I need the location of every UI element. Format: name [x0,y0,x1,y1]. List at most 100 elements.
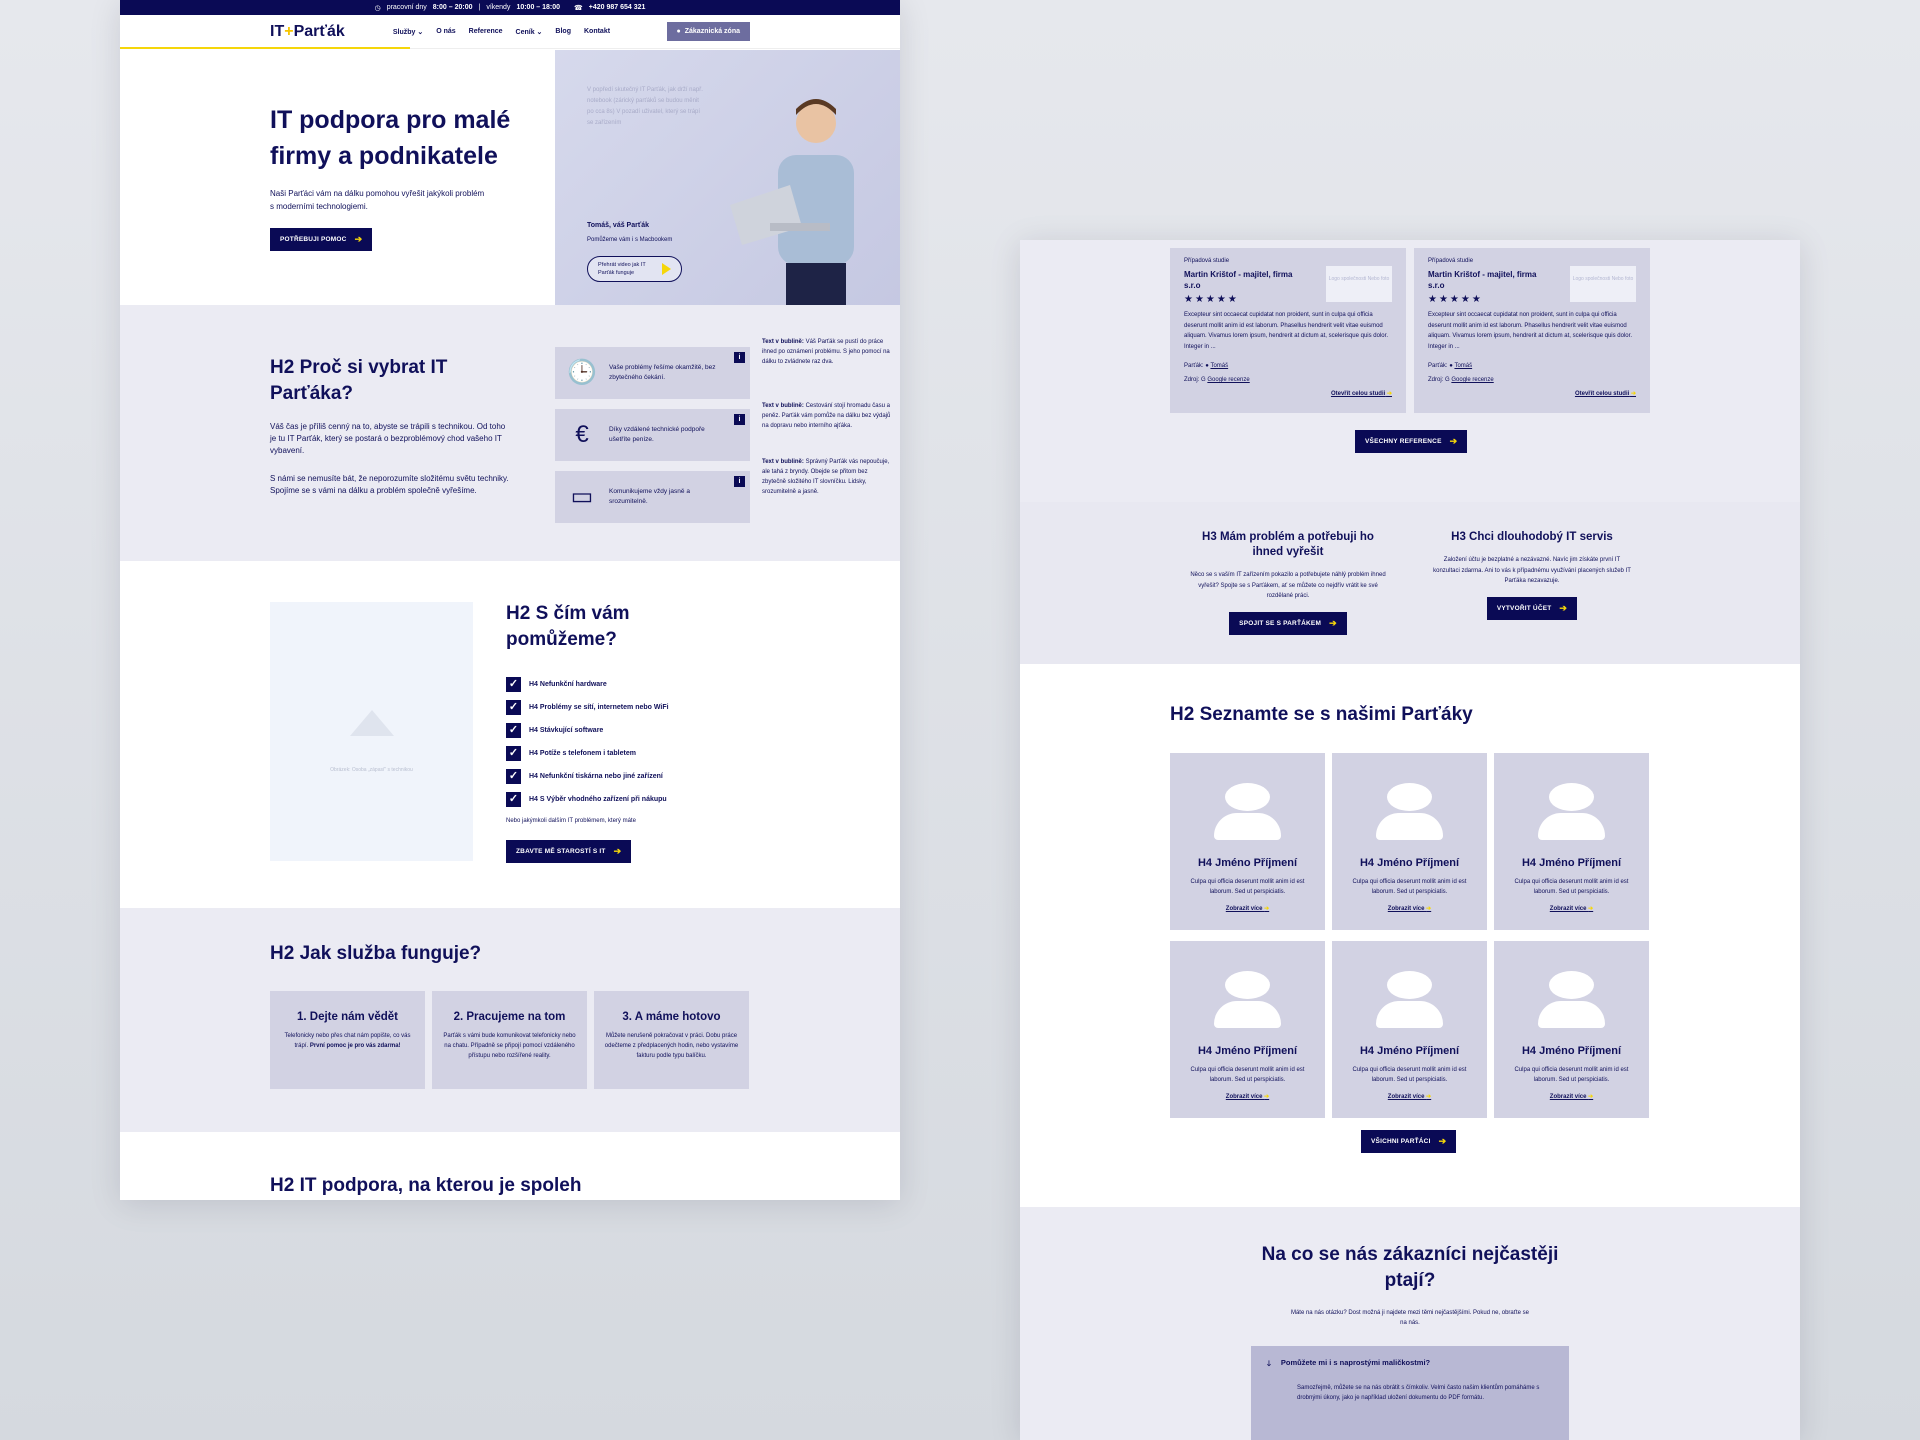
nav-item-kontakt[interactable]: Kontakt [584,28,610,36]
service-item: ✓ H4 S Výběr vhodného zařízení při nákupu [506,792,667,807]
arrow-right-icon: ➔ [1426,1094,1432,1100]
nav-item-blog[interactable]: Blog [555,28,571,36]
chevron-down-icon: ⌄ [417,28,424,36]
benefit-card: € Díky vzdálené technické podpoře ušetřít… [555,409,750,461]
avatar: ● [1205,363,1209,369]
faq-intro: Máte na nás otázku? Dost možná ji najdet… [1290,1310,1530,1326]
step-card: 1. Dejte nám vědět Telefonicky nebo přes … [270,991,425,1089]
help-section: Obrázek: Osoba „zápasí" s technikou H2 S… [120,561,900,908]
reference-type: Případová studie [1428,258,1474,264]
references-section: Případová studie Martin Krištof - majite… [1020,240,1800,502]
remove-worries-button[interactable]: ZBAVTE MĚ STAROSTÍ S IT ➔ [506,840,632,863]
how-title: H2 Jak služba funguje? [270,943,482,964]
faq-item[interactable]: 🡓 Pomůžete mi i s naprostými maličkostmi?… [1251,1346,1569,1440]
member-text: Culpa qui officia deserunt mollit anim i… [1514,1067,1629,1083]
arrow-right-icon: ➔ [1426,906,1432,912]
open-study-link[interactable]: Otevřít celou studii ➔ [1331,390,1392,397]
customer-zone-label: Zákaznická zóna [684,28,740,35]
reference-card: Případová studie Martin Krištof - majite… [1170,248,1406,413]
show-more-link[interactable]: Zobrazit více ➔ [1170,905,1325,912]
avatar-body [1376,1001,1443,1028]
checkbox-icon: ✓ [506,769,521,784]
reference-name: Martin Krištof - majitel, firma s.r.o [1428,270,1537,290]
reference-card: Případová studie Martin Krištof - majite… [1414,248,1650,413]
step-card: 2. Pracujeme na tom Parťák s vámi bude ko… [432,991,587,1089]
source-link[interactable]: Google recenze [1207,377,1249,383]
show-more-link[interactable]: Zobrazit více ➔ [1170,1093,1325,1100]
arrow-right-icon: ➔ [1329,617,1337,628]
mountain-icon [350,710,394,736]
hero-image: V popředí skutečný IT Parťák, jak drží n… [555,50,900,305]
show-more-link[interactable]: Zobrazit více ➔ [1332,1093,1487,1100]
bubble-text: Text v bublině: Cestování stojí hromadu … [762,401,892,431]
open-study-link[interactable]: Otevřít celou studii ➔ [1575,390,1636,397]
partner-subtitle: Pomůžeme vám i s Macbookem [587,237,673,243]
step-card: 3. A máme hotovo Můžete nerušeně pokračov… [594,991,749,1089]
partner-link[interactable]: Tomáš [1210,363,1228,369]
customer-zone-button[interactable]: ● Zákaznická zóna [666,22,750,41]
member-name: H4 Jméno Příjmení [1359,1045,1460,1057]
need-help-button[interactable]: POTŘEBUJI POMOC ➔ [270,228,373,251]
checkbox-icon: ✓ [506,700,521,715]
button-label: VYTVOŘIT ÚČET [1496,604,1552,612]
weekday-hours: 8:00 – 20:00 [432,4,473,11]
logo[interactable]: IT+Parťák [270,23,345,41]
link-label: Zobrazit více [1225,1094,1263,1100]
arrow-right-icon: ➔ [1438,1136,1447,1146]
benefit-text: Komunikujeme vždy jasně a srozumitelně. [609,488,690,505]
button-label: ZBAVTE MĚ STAROSTÍ S IT [516,848,606,855]
member-name: H4 Jméno Příjmení [1197,857,1298,869]
show-more-link[interactable]: Zobrazit více ➔ [1494,1093,1649,1100]
show-more-link[interactable]: Zobrazit více ➔ [1494,905,1649,912]
source-label: Zdroj: [1428,377,1444,383]
all-partners-button[interactable]: VŠICHNI PARŤÁCI ➔ [1361,1130,1457,1153]
partner-link[interactable]: Tomáš [1454,363,1472,369]
step-text: Můžete nerušeně pokračovat v práci. Dobu… [604,1033,739,1059]
member-name: H4 Jméno Příjmení [1359,857,1460,869]
nav-underline [120,47,410,49]
reference-type: Případová studie [1184,258,1230,264]
faq-question[interactable]: 🡓 Pomůžete mi i s naprostými maličkostmi? [1267,1358,1553,1371]
step-title: 2. Pracujeme na tom [453,1011,566,1023]
separator: | [478,4,481,11]
show-more-link[interactable]: Zobrazit více ➔ [1332,905,1487,912]
reference-meta: Parťák: ● Tomáš Zdroj: G Google recenze [1184,359,1392,387]
nav-item-o-nas[interactable]: O nás [436,28,455,36]
nav-label: Služby [392,28,416,36]
bubble-label: Text v bublině: [762,403,804,409]
image-note: V popředí skutečný IT Parťák, jak drží n… [587,87,703,126]
arrow-right-icon: ➔ [1588,1094,1594,1100]
path-title: H3 Mám problém a potřebuji ho ihned vyře… [1202,531,1374,558]
avatar-icon [1549,783,1594,811]
nav-item-cenik[interactable]: Ceník ⌄ [516,28,543,36]
why-text-2: S námi se nemusíte bát, že neporozumíte … [270,474,509,495]
image-placeholder: Obrázek: Osoba „zápasí" s technikou [270,602,473,861]
faq-answer: Samozřejmě, můžete se na nás obrátit s č… [1297,1385,1540,1401]
play-video-button[interactable]: Přehrát video jak IT Parťák funguje [587,256,682,282]
create-account-button[interactable]: VYTVOŘIT ÚČET ➔ [1486,596,1578,620]
avatar-icon [1549,971,1594,999]
nav-item-reference[interactable]: Reference [469,28,503,36]
nav-item-sluzby[interactable]: Služby ⌄ [393,28,423,36]
info-icon[interactable]: i [734,352,745,363]
source-link[interactable]: Google recenze [1451,377,1493,383]
connect-partner-button[interactable]: SPOJIT SE S PARŤÁKEM ➔ [1229,611,1347,635]
service-item: ✓ H4 Nefunkční hardware [506,677,607,692]
top-bar: ◷ pracovní dny 8:00 – 20:00 | víkendy 10… [120,0,900,15]
devices-icon: ▭ [570,483,594,510]
all-references-button[interactable]: VŠECHNY REFERENCE ➔ [1355,430,1468,453]
info-icon[interactable]: i [734,414,745,425]
phone-number[interactable]: +420 987 654 321 [589,4,646,11]
path-column: H3 Mám problém a potřebuji ho ihned vyře… [1188,530,1388,635]
member-text: Culpa qui officia deserunt mollit anim i… [1190,879,1305,895]
team-member-card: H4 Jméno Příjmení Culpa qui officia deser… [1332,753,1487,930]
avatar: ● [1449,363,1453,369]
arrow-right-icon: ➔ [613,846,622,856]
arrow-right-icon: ➔ [1386,391,1392,397]
info-icon[interactable]: i [734,476,745,487]
clock-icon: ◷ [374,4,381,12]
paths-section: H3 Mám problém a potřebuji ho ihned vyře… [1020,502,1800,664]
hero-section: IT podpora pro malé firmy a podnikatele … [120,50,900,305]
chevron-down-icon: ⌄ [536,28,543,36]
partner-label: Parťák: [1428,363,1448,369]
